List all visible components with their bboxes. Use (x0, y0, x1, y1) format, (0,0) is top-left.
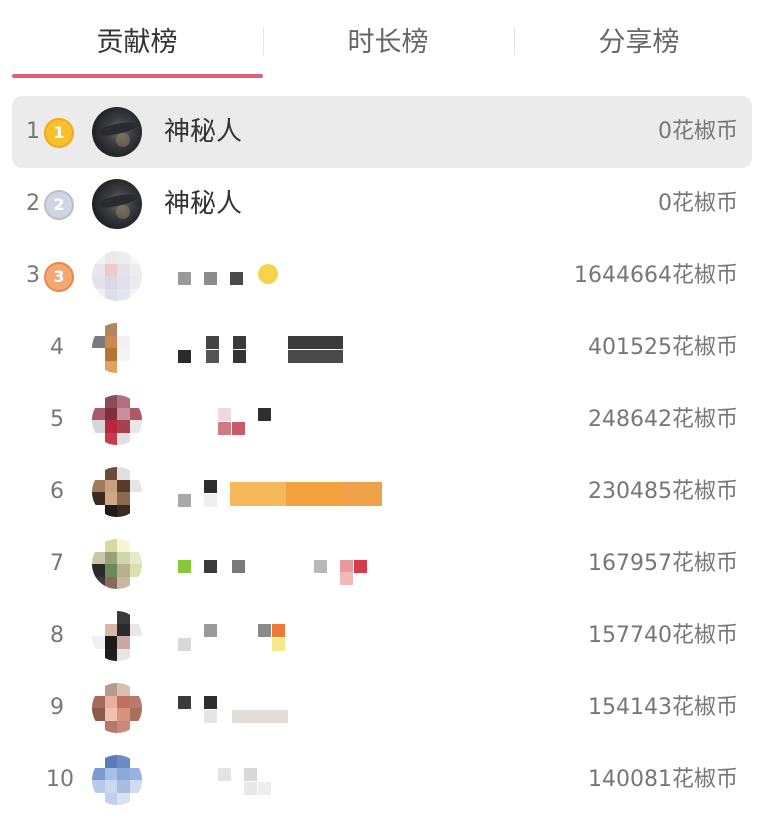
avatar (92, 467, 142, 517)
coin-amount: 1644664花椒币 (574, 263, 738, 288)
list-item-rank-7[interactable]: 7 167957花椒币 (12, 528, 752, 600)
avatar (92, 395, 142, 445)
name-mosaic (178, 620, 398, 652)
coin-amount: 230485花椒币 (588, 479, 738, 504)
list-item-rank-3[interactable]: 3 3 1644664花椒币 (12, 240, 752, 312)
rank-number: 1 (26, 119, 40, 144)
gold-medal-icon: 1 (44, 118, 74, 148)
name-mosaic (178, 260, 398, 292)
tab-contribution[interactable]: 贡献榜 (12, 0, 262, 78)
avatar (92, 683, 142, 733)
rank-number: 8 (50, 623, 64, 648)
coin-amount: 248642花椒币 (588, 407, 738, 432)
name-mosaic (178, 404, 398, 436)
coin-amount: 0花椒币 (658, 119, 738, 144)
rank-number: 10 (46, 767, 74, 792)
silver-medal-icon: 2 (44, 190, 74, 220)
rank-number: 6 (50, 479, 64, 504)
list-item-rank-1[interactable]: 1 1 神秘人 0花椒币 (12, 96, 752, 168)
coin-amount: 167957花椒币 (588, 551, 738, 576)
tab-duration[interactable]: 时长榜 (263, 0, 513, 78)
coin-amount: 154143花椒币 (588, 695, 738, 720)
avatar (92, 251, 142, 301)
name-mosaic (178, 476, 398, 508)
avatar (92, 179, 142, 229)
name-mosaic (178, 332, 398, 364)
tab-share[interactable]: 分享榜 (514, 0, 764, 78)
user-name: 神秘人 (164, 117, 243, 147)
rank-number: 4 (50, 335, 64, 360)
list-item-rank-6[interactable]: 6 230485花椒币 (12, 456, 752, 528)
list-item-rank-8[interactable]: 8 157740花椒币 (12, 600, 752, 672)
rank-number: 5 (50, 407, 64, 432)
leaderboard-tabs: 贡献榜 时长榜 分享榜 (12, 0, 764, 80)
rank-number: 2 (26, 191, 40, 216)
coin-amount: 157740花椒币 (588, 623, 738, 648)
avatar (92, 539, 142, 589)
rank-number: 3 (26, 263, 40, 288)
user-name: 神秘人 (164, 189, 243, 219)
list-item-rank-10[interactable]: 10 140081花椒币 (12, 744, 752, 816)
active-tab-indicator (12, 74, 263, 78)
rank-number: 9 (50, 695, 64, 720)
avatar (92, 611, 142, 661)
avatar (92, 107, 142, 157)
list-item-rank-4[interactable]: 4 401525花椒币 (12, 312, 752, 384)
list-item-rank-9[interactable]: 9 154143花椒币 (12, 672, 752, 744)
coin-amount: 401525花椒币 (588, 335, 738, 360)
name-mosaic (178, 548, 398, 585)
name-mosaic (178, 692, 398, 724)
bronze-medal-icon: 3 (44, 262, 74, 292)
list-item-rank-2[interactable]: 2 2 神秘人 0花椒币 (12, 168, 752, 240)
list-item-rank-5[interactable]: 5 248642花椒币 (12, 384, 752, 456)
coin-amount: 0花椒币 (658, 191, 738, 216)
rank-number: 7 (50, 551, 64, 576)
avatar (92, 755, 142, 805)
avatar (92, 323, 142, 373)
name-mosaic (178, 764, 398, 796)
coin-amount: 140081花椒币 (588, 767, 738, 792)
